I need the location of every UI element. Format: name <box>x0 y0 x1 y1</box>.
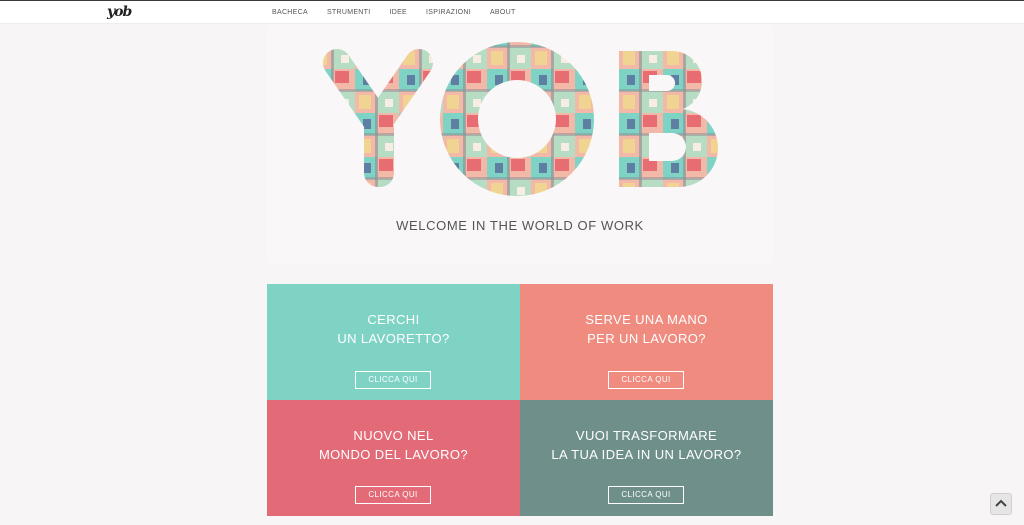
site-logo[interactable]: yob <box>107 4 132 20</box>
tile-line2: MONDO DEL LAVORO? <box>318 447 469 462</box>
hero-tagline: WELCOME IN THE WORLD OF WORK <box>396 218 644 233</box>
tile-line1: NUOVO NEL <box>353 428 434 443</box>
tile-line1: SERVE UNA MANO <box>585 312 708 327</box>
nav-item-strumenti[interactable]: STRUMENTI <box>327 9 371 16</box>
tile-line2: UN LAVORETTO? <box>337 331 450 346</box>
clicca-qui-button[interactable]: CLICCA QUI <box>355 371 431 389</box>
clicca-qui-button[interactable]: CLICCA QUI <box>608 486 684 504</box>
tile-serve-una-mano: SERVE UNA MANO PER UN LAVORO? CLICCA QUI <box>520 284 773 400</box>
letter-y <box>323 49 433 187</box>
main-menu: BACHECA STRUMENTI IDEE ISPIRAZIONI ABOUT <box>272 9 516 16</box>
nav-item-about[interactable]: ABOUT <box>490 9 516 16</box>
tile-line1: VUOI TRASFORMARE <box>575 428 718 443</box>
nav-item-bacheca[interactable]: BACHECA <box>272 9 308 16</box>
hero-section: WELCOME IN THE WORLD OF WORK <box>267 25 773 263</box>
tile-line2: LA TUA IDEA IN UN LAVORO? <box>551 447 742 462</box>
tile-line2: PER UN LAVORO? <box>587 331 706 346</box>
clicca-qui-button[interactable]: CLICCA QUI <box>355 486 431 504</box>
tile-vuoi-trasformare: VUOI TRASFORMARE LA TUA IDEA IN UN LAVOR… <box>520 400 773 516</box>
nav-item-idee[interactable]: IDEE <box>389 9 407 16</box>
letter-o <box>440 42 594 196</box>
chevron-up-icon <box>995 499 1007 507</box>
cta-tile-grid: CERCHI UN LAVORETTO? CLICCA QUI SERVE UN… <box>267 284 773 516</box>
top-navbar: yob BACHECA STRUMENTI IDEE ISPIRAZIONI A… <box>0 0 1024 24</box>
letter-b <box>619 51 718 187</box>
clicca-qui-button[interactable]: CLICCA QUI <box>608 371 684 389</box>
tile-line1: CERCHI <box>367 312 420 327</box>
scroll-to-top-button[interactable] <box>990 493 1012 515</box>
tile-cerchi-lavoretto: CERCHI UN LAVORETTO? CLICCA QUI <box>267 284 520 400</box>
nav-item-ispirazioni[interactable]: ISPIRAZIONI <box>426 9 471 16</box>
yob-hero-logo <box>323 42 718 196</box>
tile-nuovo-nel-mondo: NUOVO NEL MONDO DEL LAVORO? CLICCA QUI <box>267 400 520 516</box>
